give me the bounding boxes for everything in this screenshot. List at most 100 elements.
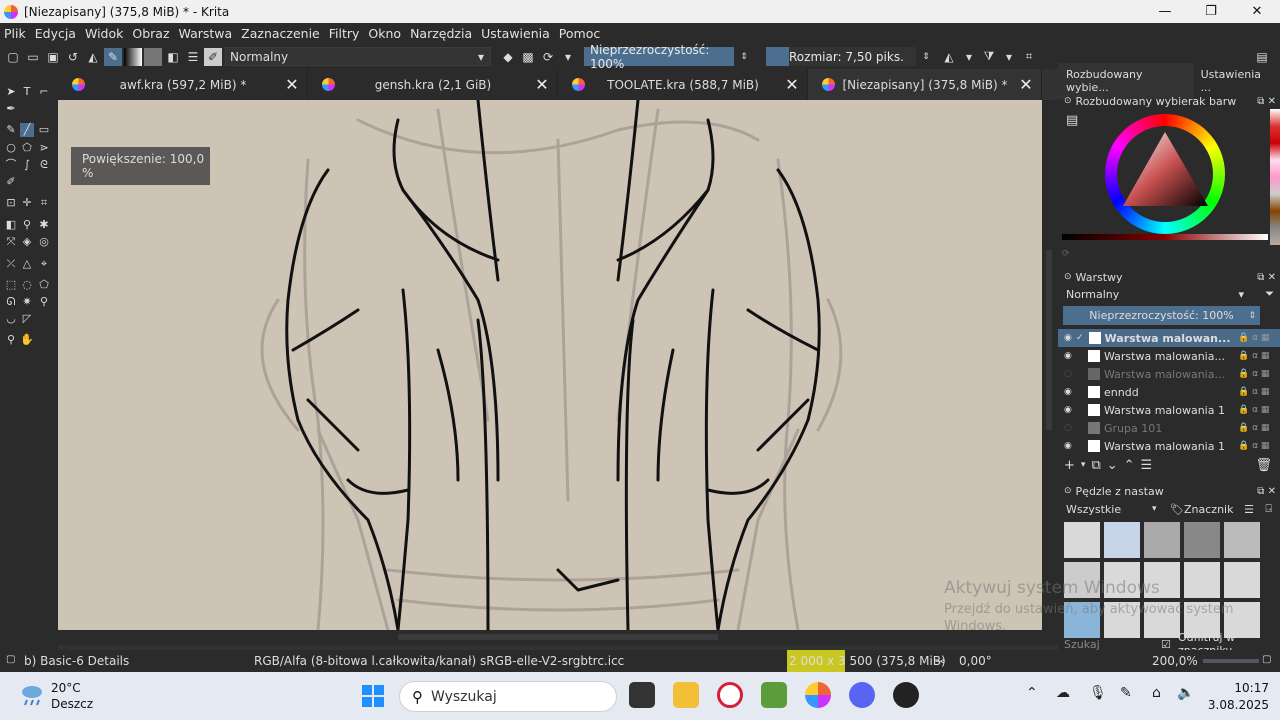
- tab-tool-options[interactable]: Ustawienia ...: [1194, 68, 1280, 94]
- brushes-search-input[interactable]: Szukaj: [1064, 638, 1154, 651]
- polygon-tool-icon[interactable]: ⬠: [20, 141, 34, 155]
- docker-float-close-icon[interactable]: ⧉ ✕: [1257, 96, 1276, 107]
- brush-preset-cell[interactable]: [1103, 521, 1141, 559]
- gradient-icon[interactable]: [124, 47, 142, 66]
- menu-layer[interactable]: Warstwa: [179, 26, 233, 41]
- saturation-triangle[interactable]: [1121, 129, 1211, 209]
- chevron-down-icon[interactable]: ▾: [559, 48, 577, 66]
- line-tool-icon[interactable]: ╱: [20, 123, 34, 137]
- checkbox-icon[interactable]: ☑: [1161, 638, 1171, 651]
- brush-preset-cell[interactable]: [1143, 521, 1181, 559]
- filter-icon[interactable]: ⏷: [1265, 287, 1274, 301]
- select-shapes-icon[interactable]: ➤: [4, 85, 18, 99]
- import-icon[interactable]: ⍈: [1265, 502, 1272, 516]
- recent-colors-strip[interactable]: [1270, 109, 1280, 245]
- freehand-path-icon[interactable]: ∫: [20, 158, 34, 172]
- close-tab-icon[interactable]: ✕: [281, 75, 303, 94]
- volume-icon[interactable]: 🔈: [1177, 685, 1194, 701]
- eye-icon[interactable]: ◉: [1064, 333, 1076, 343]
- move-tool-icon[interactable]: ✛: [20, 196, 34, 210]
- taskbar-search[interactable]: ⚲ Wyszukaj: [399, 681, 617, 712]
- layer-flags-icon[interactable]: 🔒 α ▦: [1238, 369, 1280, 379]
- size-spin-icon[interactable]: ⇕: [917, 48, 935, 66]
- perspective-grid-icon[interactable]: △: [20, 257, 34, 271]
- ellipse-tool-icon[interactable]: ○: [4, 141, 18, 155]
- blend-mode-select[interactable]: Normalny ▾: [225, 47, 491, 66]
- menu-select[interactable]: Zaznaczenie: [241, 26, 320, 41]
- rotation-icon[interactable]: ⊸: [935, 654, 945, 668]
- brush-preset-cell[interactable]: [1063, 521, 1101, 559]
- brush-settings-icon[interactable]: ☰: [184, 48, 202, 66]
- weather-description[interactable]: Deszcz: [51, 697, 93, 711]
- undo-icon[interactable]: ↺: [64, 48, 82, 66]
- brush-preset-cell[interactable]: [1183, 521, 1221, 559]
- layer-row[interactable]: ◉ Warstwa malowania 1 🔒 α ▦: [1058, 437, 1280, 455]
- chevron-down-icon[interactable]: ▾: [1152, 504, 1157, 514]
- close-tab-icon[interactable]: ✕: [531, 75, 553, 94]
- polyline-tool-icon[interactable]: ⋗: [37, 141, 51, 155]
- close-tab-icon[interactable]: ✕: [781, 75, 803, 94]
- layer-row[interactable]: ◉ Warstwa malowania 1 🔒 α ▦: [1058, 401, 1280, 419]
- gradient-tool-icon[interactable]: ◧: [4, 218, 18, 232]
- menu-window[interactable]: Okno: [368, 26, 401, 41]
- mirror-icon[interactable]: ◭: [84, 48, 102, 66]
- duplicate-layer-icon[interactable]: ⧉: [1091, 458, 1100, 473]
- menu-settings[interactable]: Ustawienia: [481, 26, 550, 41]
- opera-icon[interactable]: [717, 682, 743, 708]
- close-tab-icon[interactable]: ✕: [1015, 75, 1037, 94]
- text-tool-icon[interactable]: T: [20, 85, 34, 99]
- layer-row[interactable]: ○ Warstwa malowania... 🔒 α ▦: [1058, 365, 1280, 383]
- tab-gensh[interactable]: gensh.kra (2,1 GiB) ✕: [308, 69, 558, 100]
- dynamic-brush-icon[interactable]: ᘓ: [37, 158, 51, 172]
- list-view-icon[interactable]: ☰: [1244, 503, 1254, 516]
- chevron-down-icon[interactable]: ▾: [960, 48, 978, 66]
- layers-blend-select[interactable]: Normalny ▾ ⏷: [1058, 285, 1280, 303]
- network-icon[interactable]: ⌂: [1152, 685, 1161, 701]
- layer-flags-icon[interactable]: 🔒 α ▦: [1238, 423, 1280, 433]
- layer-row[interactable]: ○ Grupa 101 🔒 α ▦: [1058, 419, 1280, 437]
- scrollbar-thumb[interactable]: [398, 634, 718, 640]
- ellipse-select-icon[interactable]: ◌: [20, 278, 34, 292]
- fit-view-icon[interactable]: ▢: [1262, 654, 1271, 665]
- size-slider[interactable]: Rozmiar: 7,50 piks.: [766, 47, 916, 66]
- eraser-icon[interactable]: ◆: [499, 48, 517, 66]
- menu-view[interactable]: Widok: [85, 26, 123, 41]
- refresh-icon[interactable]: ⟳: [1058, 249, 1280, 259]
- fill-tool-icon[interactable]: ◈: [20, 235, 34, 249]
- mirror-horizontal-icon[interactable]: ◭: [940, 48, 958, 66]
- layer-flags-icon[interactable]: 🔒 α ▦: [1238, 387, 1280, 397]
- assistant-tool-icon[interactable]: ⤧: [4, 235, 18, 249]
- tab-unsaved[interactable]: [Niezapisany] (375,8 MiB) * ✕: [808, 69, 1042, 100]
- windows-start-icon[interactable]: [362, 685, 384, 707]
- rectangle-tool-icon[interactable]: ▭: [37, 123, 51, 137]
- tray-expand-icon[interactable]: ⌃: [1026, 685, 1038, 701]
- layer-properties-icon[interactable]: ☰: [1141, 458, 1153, 473]
- scrollbar-thumb[interactable]: [1046, 250, 1052, 430]
- chevron-down-icon[interactable]: ▾: [1081, 460, 1086, 470]
- discord-icon[interactable]: [849, 682, 875, 708]
- add-layer-icon[interactable]: +: [1064, 458, 1075, 473]
- freehand-brush-icon[interactable]: ✎: [4, 123, 18, 137]
- move-up-icon[interactable]: ⌃: [1124, 458, 1135, 473]
- file-explorer-icon[interactable]: [673, 682, 699, 708]
- checkbox-icon[interactable]: ✓: [1076, 333, 1084, 343]
- chevron-down-icon[interactable]: ▾: [1000, 48, 1018, 66]
- smart-patch-icon[interactable]: ✱: [37, 218, 51, 232]
- reference-images-icon[interactable]: ⌖: [37, 257, 51, 271]
- taskbar-clock[interactable]: 10:17 3.08.2025: [1208, 680, 1269, 714]
- layers-opacity-slider[interactable]: Nieprzezroczystość: 100% ⇕: [1063, 306, 1260, 325]
- menu-tools[interactable]: Narzędzia: [410, 26, 472, 41]
- eye-icon[interactable]: ◉: [1064, 405, 1076, 415]
- transform-tool-icon[interactable]: ⊡: [4, 196, 18, 210]
- brush-preset-cell[interactable]: [1223, 521, 1261, 559]
- bezier-tool-icon[interactable]: ⌒: [4, 158, 18, 172]
- zoom-tool-icon[interactable]: ⚲: [4, 333, 18, 347]
- fg-bg-color-icon[interactable]: ◧: [164, 48, 182, 66]
- layer-flags-icon[interactable]: 🔒 α ▦: [1238, 333, 1280, 343]
- tab-toolate[interactable]: TOOLATE.kra (588,7 MiB) ✕: [558, 69, 808, 100]
- minimize-button[interactable]: —: [1142, 0, 1188, 23]
- crop-tool-icon[interactable]: ⌗: [37, 196, 51, 210]
- contiguous-select-icon[interactable]: ✷: [20, 295, 34, 309]
- menu-edit[interactable]: Edycja: [35, 26, 76, 41]
- eye-hidden-icon[interactable]: ○: [1064, 369, 1076, 379]
